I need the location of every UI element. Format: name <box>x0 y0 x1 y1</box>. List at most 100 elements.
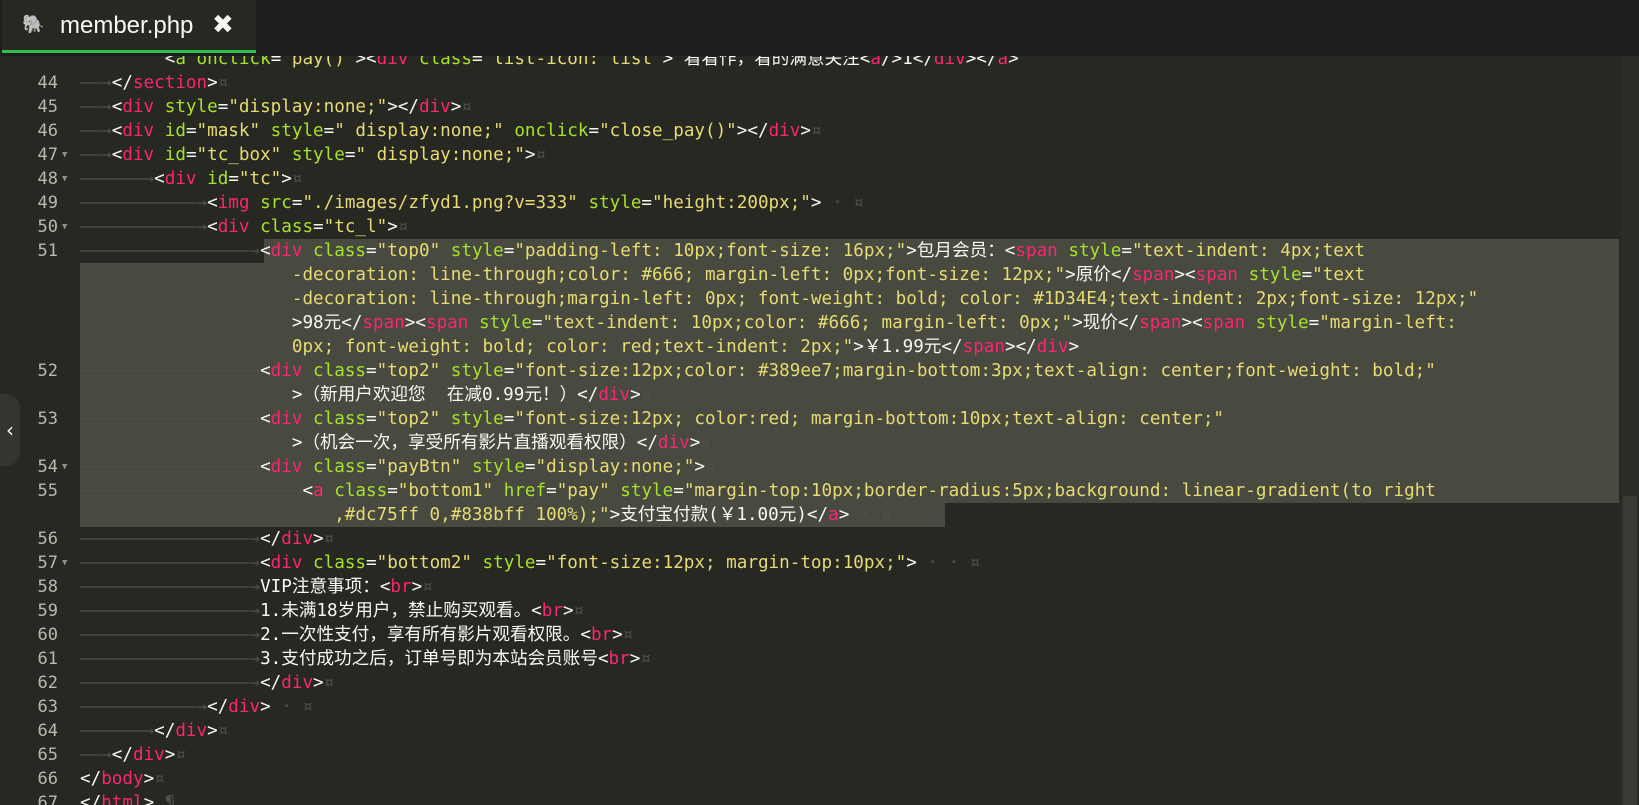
code-token: </ <box>154 721 176 741</box>
code-token: ——→ <box>80 145 112 165</box>
code-token: ————————————————→ <box>80 601 261 621</box>
code-line: ————————————————→</div>¤ <box>80 527 334 551</box>
code-token: > <box>387 217 398 237</box>
code-token: 2.一次性支付，享有所有影片观看权限。< <box>260 625 591 645</box>
code-token: = <box>503 241 515 261</box>
code-token: > <box>281 169 292 189</box>
code-token: "height:200px;" <box>652 193 811 213</box>
code-line: ———————————→<img src="./images/zfyd1.png… <box>80 191 864 215</box>
code-token: "bottom2" <box>376 553 472 573</box>
code-token: ¤ <box>705 457 716 477</box>
code-token: ¤ <box>573 601 585 621</box>
scrollbar-thumb[interactable] <box>1623 496 1637 805</box>
line-number: 66 <box>37 769 58 789</box>
code-token: span <box>1139 313 1182 333</box>
close-icon[interactable]: ✖ <box>212 10 234 40</box>
code-token: >支付宝付款(￥1.00元)</ <box>609 505 829 525</box>
code-line: ————————————————→<div class="bottom2" st… <box>80 551 980 575</box>
code-token: div <box>376 56 409 69</box>
code-token: >（新用户欢迎您 在减0.99元！）</ <box>291 385 599 405</box>
code-token: "tc_box" <box>196 145 282 165</box>
code-line: >98元</span><span style="text-indent: 10p… <box>80 311 1457 335</box>
code-token: "./images/zfyd1.png?v=333" <box>302 193 578 213</box>
code-token: "close_pay()" <box>599 121 737 141</box>
code-token: ></ <box>965 56 998 69</box>
code-token: > <box>411 577 423 597</box>
code-token: = <box>270 56 282 69</box>
code-token: "text-indent: 4px;text <box>1131 241 1365 261</box>
code-token: > <box>143 769 155 789</box>
code-token: span <box>362 313 405 333</box>
code-token: br <box>390 577 412 597</box>
code-token: br <box>608 649 630 669</box>
line-number: 48 <box>37 169 58 189</box>
code-token: style <box>260 121 324 141</box>
fold-arrow-icon[interactable]: ▼ <box>62 167 67 191</box>
code-token: onclick <box>503 121 589 141</box>
code-token: style <box>468 313 532 333</box>
code-token: = <box>228 169 239 189</box>
code-token: </ <box>207 697 229 717</box>
tab-title: member.php <box>60 12 194 39</box>
code-token: >现价</ <box>1072 313 1140 333</box>
code-token: · · ¤ <box>916 553 981 573</box>
line-number: 45 <box>37 97 58 117</box>
code-token: style <box>609 481 674 501</box>
code-token: -decoration: line-through;color: #666; m… <box>291 265 1066 285</box>
code-line: 0px; font-weight: bold; color: red;text-… <box>80 335 1079 359</box>
code-token: < <box>260 409 271 429</box>
code-token: a onclick <box>175 56 271 69</box>
line-number: 50 <box>37 217 58 237</box>
code-token: ¤ <box>154 769 165 789</box>
code-line: ————————————————→3.支付成功之后，订单号即为本站会员账号<br… <box>80 647 651 671</box>
fold-arrow-icon[interactable]: ▼ <box>62 215 67 239</box>
code-editor[interactable]: 44 45 46 47 ▼ 48 ▼ 49 50 ▼ 51 52 53 54 ▼ 55 56 57 ▼ 58 59 60 6… <box>0 56 1639 805</box>
code-line: ————————————————→2.一次性支付，享有所有影片观看权限。<br>… <box>80 623 633 647</box>
code-token: style <box>1238 265 1302 285</box>
code-token: < <box>302 481 314 501</box>
code-token: "list-icon: list" <box>482 56 663 69</box>
code-line: ————————————————→<div class="top0" style… <box>80 239 1365 263</box>
collapse-panel-handle[interactable]: ‹ <box>0 394 20 466</box>
code-token: " display:none;" <box>355 145 525 165</box>
code-token: > <box>524 145 536 165</box>
tab-bar: 🐘 member.php ✖ <box>0 0 1639 56</box>
code-token: = <box>535 553 547 573</box>
code-token: ———————————→ <box>80 697 208 717</box>
fold-arrow-icon[interactable]: ▼ <box>62 455 67 479</box>
code-token: src <box>249 193 292 213</box>
code-token: = <box>503 361 515 381</box>
code-token: ————————————————→ <box>80 241 261 261</box>
line-number: 47 <box>37 145 58 165</box>
code-token: ¤ <box>217 73 229 93</box>
code-token: "font-size:12px; color:red; margin-botto… <box>514 409 1225 429</box>
code-token: ,#dc75ff 0,#838bff 100%);" <box>334 505 610 525</box>
code-token: ————————————————→ <box>80 457 261 477</box>
code-token: "text <box>1312 265 1366 285</box>
code-token: < <box>111 145 123 165</box>
tab-member-php[interactable]: 🐘 member.php ✖ <box>2 0 256 53</box>
fold-arrow-icon[interactable]: ▼ <box>62 143 67 167</box>
line-number: 58 <box>37 577 58 597</box>
code-token: ————————————————→ <box>80 529 261 549</box>
code-token: </ <box>80 793 102 805</box>
code-token: = <box>291 193 303 213</box>
code-token: br <box>541 601 563 621</box>
fold-arrow-icon[interactable]: ▼ <box>62 551 67 575</box>
code-token: = <box>471 56 483 69</box>
code-token: ¶ <box>154 793 176 805</box>
code-token: > <box>562 601 574 621</box>
code-token: > <box>800 121 811 141</box>
vertical-scrollbar[interactable] <box>1621 56 1639 805</box>
code-token: ——→ <box>80 121 112 141</box>
code-token: >98元</ <box>291 313 363 333</box>
code-line: ———————————→<div class="tc_l">¤ <box>80 215 408 239</box>
code-token: "margin-top:10px;border-radius:5px;backg… <box>683 481 1436 501</box>
line-number: 59 <box>37 601 58 621</box>
code-token: div <box>418 97 451 117</box>
code-line: <a onclick="pay()"><div class="list-icon… <box>80 56 1019 71</box>
code-token: = <box>641 193 653 213</box>
code-token: "margin-left: <box>1319 313 1457 333</box>
